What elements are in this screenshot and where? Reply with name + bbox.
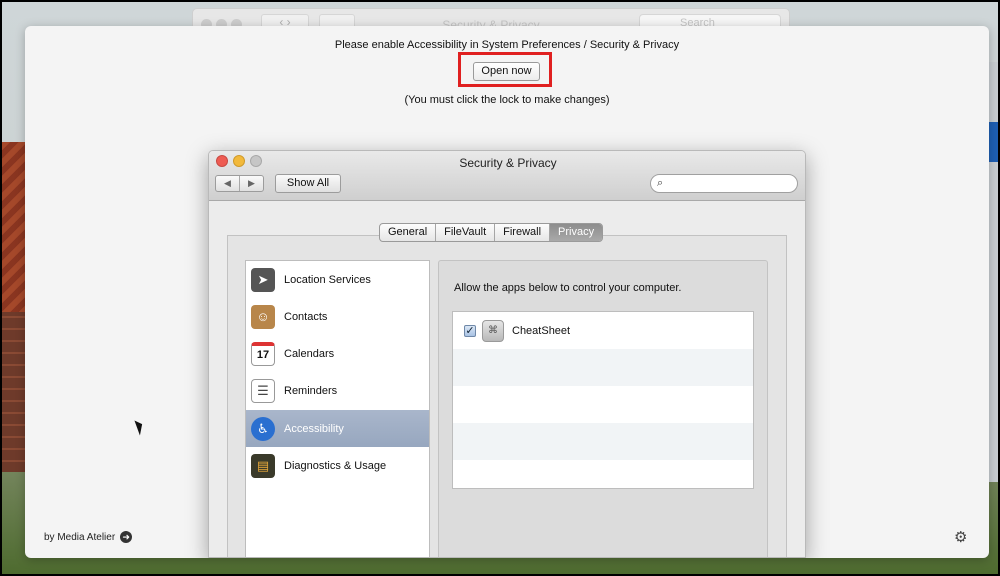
window-titlebar: Security & Privacy ◀ ▶ Show All ⌕ — [209, 151, 805, 201]
list-item-empty — [453, 386, 753, 423]
open-now-button[interactable]: Open now — [473, 62, 540, 81]
brand-label: by Media Atelier — [44, 531, 116, 543]
diagnostics-icon: ▤ — [251, 453, 275, 478]
pane-description: Allow the apps below to control your com… — [454, 282, 682, 294]
list-item-empty — [453, 423, 753, 460]
sidebar-item-calendars[interactable]: 17 Calendars — [246, 335, 429, 372]
accessibility-pane: Allow the apps below to control your com… — [438, 260, 768, 557]
lock-note: (You must click the lock to make changes… — [404, 94, 610, 106]
list-item-empty — [453, 460, 753, 497]
tab-bar: General FileVault Firewall Privacy — [379, 223, 604, 242]
sidebar-item-accessibility[interactable]: ♿ Accessibility — [246, 410, 429, 447]
security-privacy-window: Security & Privacy ◀ ▶ Show All ⌕ Genera… — [208, 150, 806, 558]
list-item-empty — [453, 349, 753, 386]
privacy-sidebar: ➤ Location Services ☺ Contacts 17 Calend… — [245, 260, 430, 557]
list-item[interactable]: ✓ ⌘ CheatSheet — [453, 312, 753, 349]
sidebar-item-label: Diagnostics & Usage — [284, 459, 387, 472]
sidebar-item-reminders[interactable]: ☰ Reminders — [246, 372, 429, 409]
sidebar-item-label: Calendars — [284, 347, 335, 360]
app-name: CheatSheet — [512, 324, 571, 337]
tab-general[interactable]: General — [380, 224, 437, 241]
tab-filevault[interactable]: FileVault — [436, 224, 496, 241]
app-list: ✓ ⌘ CheatSheet — [452, 311, 754, 489]
sidebar-item-diagnostics-usage[interactable]: ▤ Diagnostics & Usage — [246, 447, 429, 484]
sidebar-item-label: Accessibility — [284, 422, 344, 435]
brand-link[interactable]: by Media Atelier ➜ — [44, 531, 133, 543]
show-all-button[interactable]: Show All — [275, 174, 341, 193]
reminders-icon: ☰ — [251, 378, 275, 403]
contacts-icon: ☺ — [251, 304, 275, 329]
accessibility-message: Please enable Accessibility in System Pr… — [334, 39, 680, 51]
window-title: Security & Privacy — [459, 156, 557, 170]
tab-privacy[interactable]: Privacy — [550, 224, 603, 241]
location-icon: ➤ — [251, 267, 275, 292]
sidebar-item-label: Contacts — [284, 310, 328, 323]
sidebar-item-label: Location Services — [284, 273, 371, 286]
arrow-right-icon[interactable]: ➜ — [120, 531, 133, 543]
sidebar-item-location-services[interactable]: ➤ Location Services — [246, 261, 429, 298]
gear-icon[interactable]: ⚙ — [954, 528, 967, 546]
search-icon: ⌕ — [657, 177, 664, 189]
back-arrow-icon[interactable]: ◀ — [216, 176, 240, 191]
forward-arrow-icon[interactable]: ▶ — [240, 176, 263, 191]
calendar-icon: 17 — [251, 341, 275, 366]
sidebar-item-label: Reminders — [284, 384, 338, 397]
cheatsheet-overlay: Please enable Accessibility in System Pr… — [25, 26, 989, 558]
tab-firewall[interactable]: Firewall — [495, 224, 551, 241]
back-forward-control[interactable]: ◀ ▶ — [215, 175, 264, 192]
search-field[interactable]: ⌕ — [650, 174, 798, 193]
cheatsheet-app-icon: ⌘ — [482, 319, 504, 342]
accessibility-icon: ♿ — [251, 416, 275, 441]
checkbox-checked[interactable]: ✓ — [464, 324, 476, 337]
sidebar-item-contacts[interactable]: ☺ Contacts — [246, 298, 429, 335]
